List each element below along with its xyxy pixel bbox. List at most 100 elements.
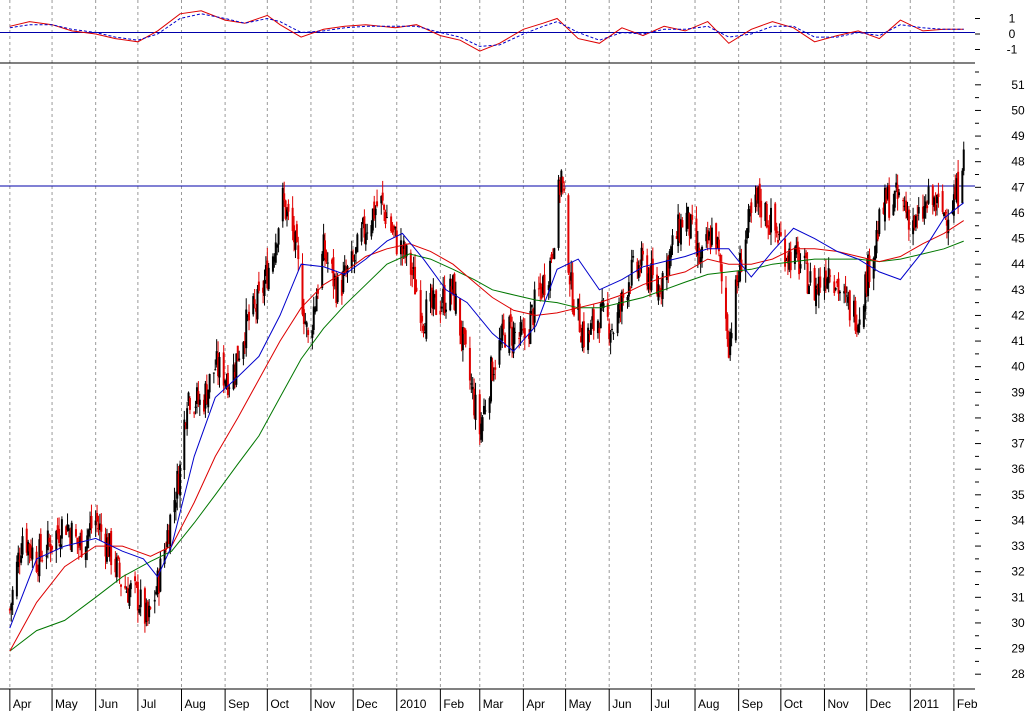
price-bar-up (961, 170, 964, 203)
price-bar-down (415, 287, 418, 292)
price-bar-up (20, 555, 23, 563)
price-bar-up (484, 410, 487, 412)
price-bar-up (640, 247, 643, 266)
chart-stage: 1 0 -1 28 29 30 31 32 33 34 35 36 37 38 39 40 41 42 43 44 45… (0, 0, 1030, 711)
price-bar-down (491, 361, 494, 381)
price-bar-down (110, 530, 113, 566)
price-bar-up (364, 233, 367, 245)
price-bar-down (464, 330, 467, 345)
price-bar-up (512, 327, 515, 354)
price-bar-down (760, 200, 763, 218)
price-bar-up (474, 394, 477, 420)
price-bar-down (459, 298, 462, 336)
price-bar-down (226, 372, 229, 395)
price-bar-up (529, 310, 532, 344)
price-bar-up (366, 232, 369, 234)
price-y-tick-label: 28 (1011, 667, 1025, 681)
price-bar-down (435, 290, 438, 315)
price-bar-up (129, 583, 132, 590)
price-bar-up (45, 555, 48, 557)
price-bar-down (80, 530, 83, 557)
price-bar-down (119, 584, 122, 587)
price-bar-down (325, 251, 328, 262)
price-bar-up (159, 558, 162, 592)
price-bar-up (917, 207, 920, 214)
price-bar-up (21, 536, 24, 555)
price-bar-up (394, 226, 397, 229)
price-bar-up (228, 387, 231, 389)
x-axis-month-label: Apr (526, 697, 545, 711)
ma-fast-line (9, 202, 965, 629)
price-bar-down (352, 255, 355, 260)
x-axis-month-label: May (569, 697, 592, 711)
x-axis-month-label: Jun (612, 697, 631, 711)
price-bar-up (238, 358, 241, 361)
x-axis-month-label: Nov (827, 697, 848, 711)
price-bar-up (214, 369, 217, 371)
price-bar-up (671, 235, 674, 245)
price-bar-down (844, 286, 847, 293)
price-bar-down (117, 556, 120, 559)
price-bar-down (567, 195, 570, 273)
price-bar-up (183, 419, 186, 470)
price-bar-up (356, 234, 359, 253)
price-bar-down (905, 200, 908, 213)
price-bar-down (777, 240, 780, 243)
price-bar-up (360, 228, 363, 242)
price-bar-up (809, 271, 812, 283)
price-bar-down (297, 245, 300, 260)
price-bar-up (533, 289, 536, 323)
oscillator-line-solid (9, 10, 964, 52)
price-bar-down (779, 232, 782, 236)
x-axis-month-label: Dec (870, 697, 891, 711)
price-bar-down (494, 367, 497, 370)
price-bar-down (750, 202, 753, 213)
price-bar-down (902, 199, 905, 202)
price-y-tick-label: 41 (1011, 334, 1025, 348)
price-bar-up (315, 295, 318, 312)
x-axis-month-label: Dec (356, 697, 377, 711)
price-bar-up (198, 399, 201, 405)
price-bar-down (41, 560, 44, 562)
price-bar-down (736, 275, 739, 286)
price-bar-down (543, 274, 546, 296)
x-axis-month-label: 2011 (913, 697, 939, 711)
price-bar-up (277, 228, 280, 245)
price-bar-up (857, 324, 860, 333)
price-bar-up (611, 328, 614, 330)
price-bar-down (691, 214, 694, 220)
osc-y-tick-label: 0 (1009, 27, 1016, 41)
price-bar-up (343, 265, 346, 271)
price-bar-down (439, 310, 442, 315)
price-bar-down (96, 512, 99, 522)
price-bar-up (153, 599, 156, 602)
price-y-tick-label: 29 (1011, 642, 1025, 656)
price-y-tick-label: 40 (1011, 360, 1025, 374)
price-y-tick-label: 47 (1011, 180, 1025, 194)
price-bar-up (627, 282, 630, 297)
price-bar-down (681, 220, 684, 228)
price-bar-up (589, 323, 592, 335)
price-bar-up (799, 264, 802, 269)
price-y-tick-label: 35 (1011, 488, 1025, 502)
price-bar-up (87, 530, 90, 537)
x-axis-labels: Apr May Jun Jul Aug Sep Oct Nov Dec 2010 Feb Mar Apr… (0, 688, 978, 711)
price-bar-up (252, 296, 255, 315)
price-y-tick-label: 49 (1011, 129, 1025, 143)
price-y-tick-label: 38 (1011, 411, 1025, 425)
price-bar-down (916, 215, 919, 217)
price-bar-up (481, 417, 484, 432)
x-axis-month-label: Jun (99, 697, 118, 711)
price-panel (0, 141, 975, 652)
price-bar-up (139, 589, 142, 608)
price-bar-down (383, 204, 386, 210)
price-bar-down (765, 204, 768, 228)
price-bar-up (281, 187, 284, 222)
price-bar-down (561, 177, 564, 184)
price-bar-down (837, 278, 840, 294)
price-y-tick-label: 42 (1011, 308, 1025, 322)
price-y-tick-label: 46 (1011, 206, 1025, 220)
price-bar-up (845, 295, 848, 297)
price-bar-up (385, 217, 388, 219)
price-bar-up (194, 406, 197, 408)
